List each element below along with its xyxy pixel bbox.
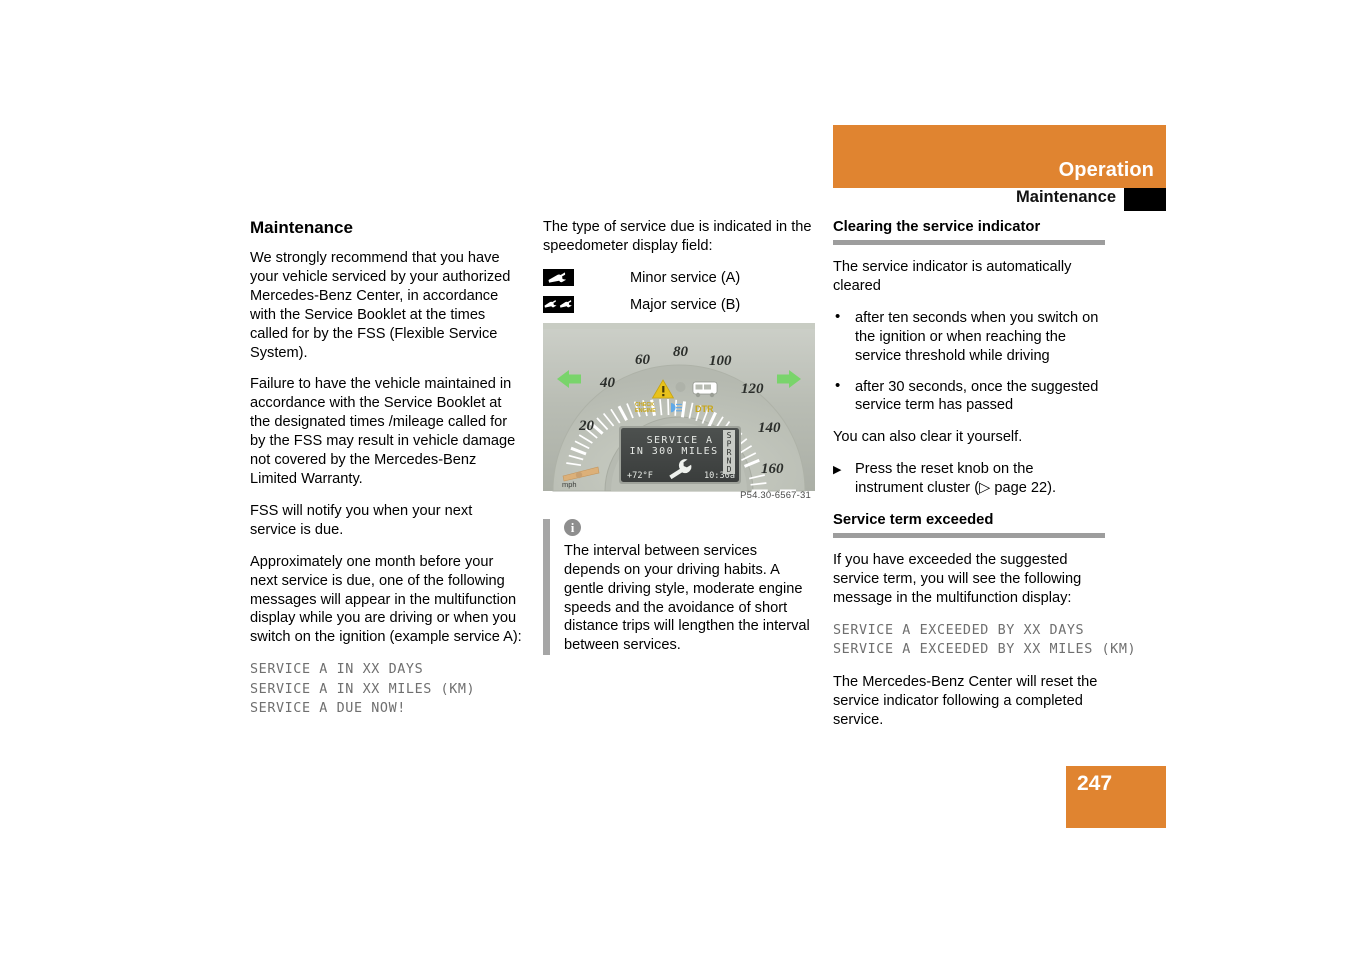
info-icon: i: [564, 518, 581, 536]
double-wrench-icon: [543, 296, 574, 314]
speedometer-figure: 20 40 60 80 100 120 140 160 mph CHECK EN…: [543, 322, 815, 503]
list-item: after ten seconds when you switch on the…: [833, 308, 1105, 366]
column-two: The type of service due is indicated in …: [543, 218, 815, 656]
paragraph-service-type: The type of service due is indicated in …: [543, 219, 812, 254]
legend-label-major-service: Major service (B): [630, 296, 741, 313]
figure-caption: P54.30-6567-31: [740, 489, 811, 501]
page-number: 247: [1077, 772, 1113, 795]
lcd-temperature: +72°F: [627, 471, 653, 481]
paragraph-clear-yourself: You can also clear it yourself.: [833, 429, 1023, 446]
legend-label-minor-service: Minor service (A): [630, 269, 741, 286]
tick-120: 120: [741, 381, 764, 397]
dtr-telltale: DTR: [695, 404, 714, 414]
display-message-list: SERVICE A IN XX DAYS SERVICE A IN XX MIL…: [250, 662, 476, 717]
info-note: i The interval between services depends …: [543, 518, 815, 656]
tick-60: 60: [635, 352, 651, 368]
page-title: Maintenance: [250, 218, 353, 237]
headlight-telltale-icon: [671, 402, 682, 413]
paragraph-failure: Failure to have the vehicle maintained i…: [250, 376, 516, 487]
tick-160: 160: [761, 461, 784, 477]
tick-140: 140: [758, 420, 781, 436]
legend-row-minor-service: Minor service (A): [543, 269, 815, 287]
reset-step-list: Press the reset knob on the instrument c…: [833, 460, 1105, 498]
note-accent-bar: [543, 518, 550, 656]
lcd-line-2: IN 300 MILES: [629, 446, 718, 457]
tick-40: 40: [599, 375, 616, 391]
paragraph-recommend: We strongly recommend that you have your…: [250, 250, 511, 361]
note-text: The interval between services depends on…: [564, 542, 810, 654]
heading-service-term-exceeded: Service term exceeded: [833, 512, 994, 529]
exceeded-message-list: SERVICE A EXCEEDED BY XX DAYS SERVICE A …: [833, 622, 1137, 658]
single-wrench-icon: [543, 269, 574, 287]
column-one: Maintenance We strongly recommend that y…: [250, 218, 522, 732]
heading-rule: [833, 240, 1105, 245]
paragraph-one-month: Approximately one month before your next…: [250, 553, 522, 646]
list-item: Press the reset knob on the instrument c…: [833, 460, 1105, 498]
svg-text:D: D: [727, 465, 732, 474]
indicator-lamp-blank: [675, 381, 686, 392]
heading-clearing-indicator: Clearing the service indicator: [833, 219, 1041, 235]
gear-selector-indicator: S P R N D: [723, 429, 735, 474]
thumb-index-tab: [1124, 188, 1166, 211]
auto-clear-bullet-list: after ten seconds when you switch on the…: [833, 308, 1105, 416]
lcd-line-1: SERVICE A: [647, 435, 714, 446]
header-chapter-band: Operation: [833, 125, 1166, 188]
tick-20: 20: [578, 418, 595, 434]
multifunction-display: SERVICE A IN 300 MILES +72°F 10:30a S P …: [619, 425, 741, 484]
unit-label: mph: [562, 480, 577, 489]
tick-80: 80: [673, 344, 689, 360]
list-item: after 30 seconds, once the suggested ser…: [833, 377, 1105, 416]
tick-100: 100: [709, 353, 732, 369]
section-title: Maintenance: [1016, 188, 1116, 206]
page-number-block: 247: [1066, 766, 1166, 828]
paragraph-auto-cleared: The service indicator is automatically c…: [833, 259, 1072, 294]
paragraph-exceeded: If you have exceeded the suggested servi…: [833, 552, 1082, 606]
paragraph-fss-notify: FSS will notify you when your next servi…: [250, 502, 473, 538]
svg-text:ENGINE: ENGINE: [635, 408, 656, 414]
paragraph-center-reset: The Mercedes-Benz Center will reset the …: [833, 673, 1098, 728]
heading-rule: [833, 533, 1105, 539]
legend-row-major-service: Major service (B): [543, 296, 815, 314]
header-section-row: Maintenance: [833, 188, 1166, 211]
chapter-title: Operation: [1058, 159, 1154, 181]
column-three: Clearing the service indicator The servi…: [833, 218, 1137, 743]
